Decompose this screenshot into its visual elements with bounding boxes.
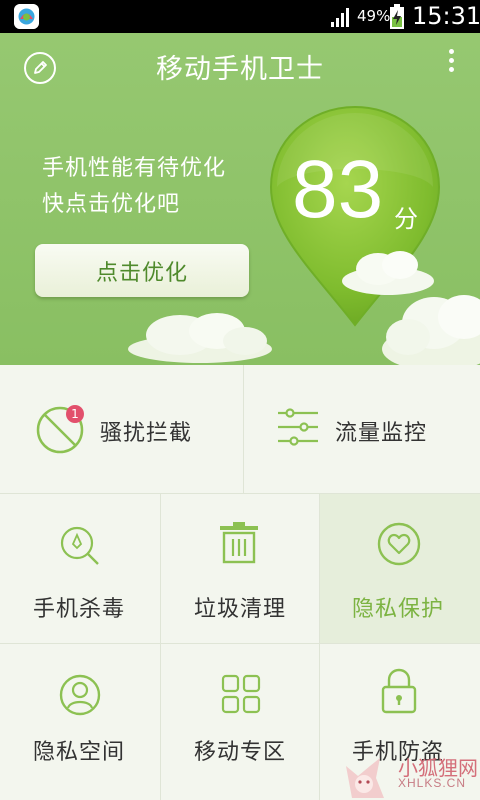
battery-charging-icon <box>390 4 404 29</box>
feature-junk-clean[interactable]: 垃圾清理 <box>161 494 320 644</box>
app-title: 移动手机卫士 <box>156 54 324 85</box>
feature-label: 流量监控 <box>335 421 428 446</box>
trash-icon <box>220 522 258 564</box>
lock-icon <box>381 668 417 714</box>
score-unit: 分 <box>394 205 418 233</box>
feature-label: 隐私保护 <box>352 597 445 622</box>
feature-mobile-zone[interactable]: 移动专区 <box>161 644 320 800</box>
health-score: 83 <box>292 144 384 235</box>
sliders-icon <box>278 408 318 446</box>
feature-antivirus[interactable]: 手机杀毒 <box>0 494 161 644</box>
feature-label: 隐私空间 <box>33 740 126 765</box>
feature-traffic-monitor[interactable]: 流量监控 <box>244 365 480 494</box>
feature-privacy-protect[interactable]: 隐私保护 <box>320 494 480 644</box>
optimize-button[interactable]: 点击优化 <box>35 244 249 297</box>
status-message-line2: 快点击优化吧 <box>42 192 181 217</box>
score-header: 移动手机卫士 手机性能有待优化 快点击优化吧 点击优化 83 分 <box>0 33 480 365</box>
feature-label: 移动专区 <box>194 740 287 765</box>
virus-scan-icon <box>60 526 99 565</box>
cloud-decoration <box>382 295 480 365</box>
user-icon <box>59 674 101 716</box>
battery-percent: 49% <box>357 7 391 25</box>
feature-label: 手机杀毒 <box>33 597 126 622</box>
feature-label: 垃圾清理 <box>194 597 287 622</box>
status-message-line1: 手机性能有待优化 <box>42 156 227 181</box>
more-vertical-icon[interactable] <box>446 49 456 79</box>
feature-label: 骚扰拦截 <box>100 421 193 446</box>
heart-shield-icon <box>377 522 421 566</box>
notification-badge: 1 <box>66 405 84 423</box>
status-bar: 49% 15:31 <box>0 0 480 33</box>
app-shield-icon <box>14 4 39 29</box>
cloud-decoration <box>128 313 272 363</box>
feature-harassment-block[interactable]: 1 骚扰拦截 <box>0 365 244 494</box>
grid-icon <box>221 674 261 714</box>
clock: 15:31 <box>412 2 480 30</box>
signal-icon <box>331 8 349 27</box>
feature-private-space[interactable]: 隐私空间 <box>0 644 161 800</box>
watermark-site: XHLKS.CN <box>398 776 467 790</box>
feature-grid: 1 骚扰拦截 流量监控 手机杀毒 垃圾清理 隐私保护 隐私空间 移动专区 手机防… <box>0 365 480 800</box>
